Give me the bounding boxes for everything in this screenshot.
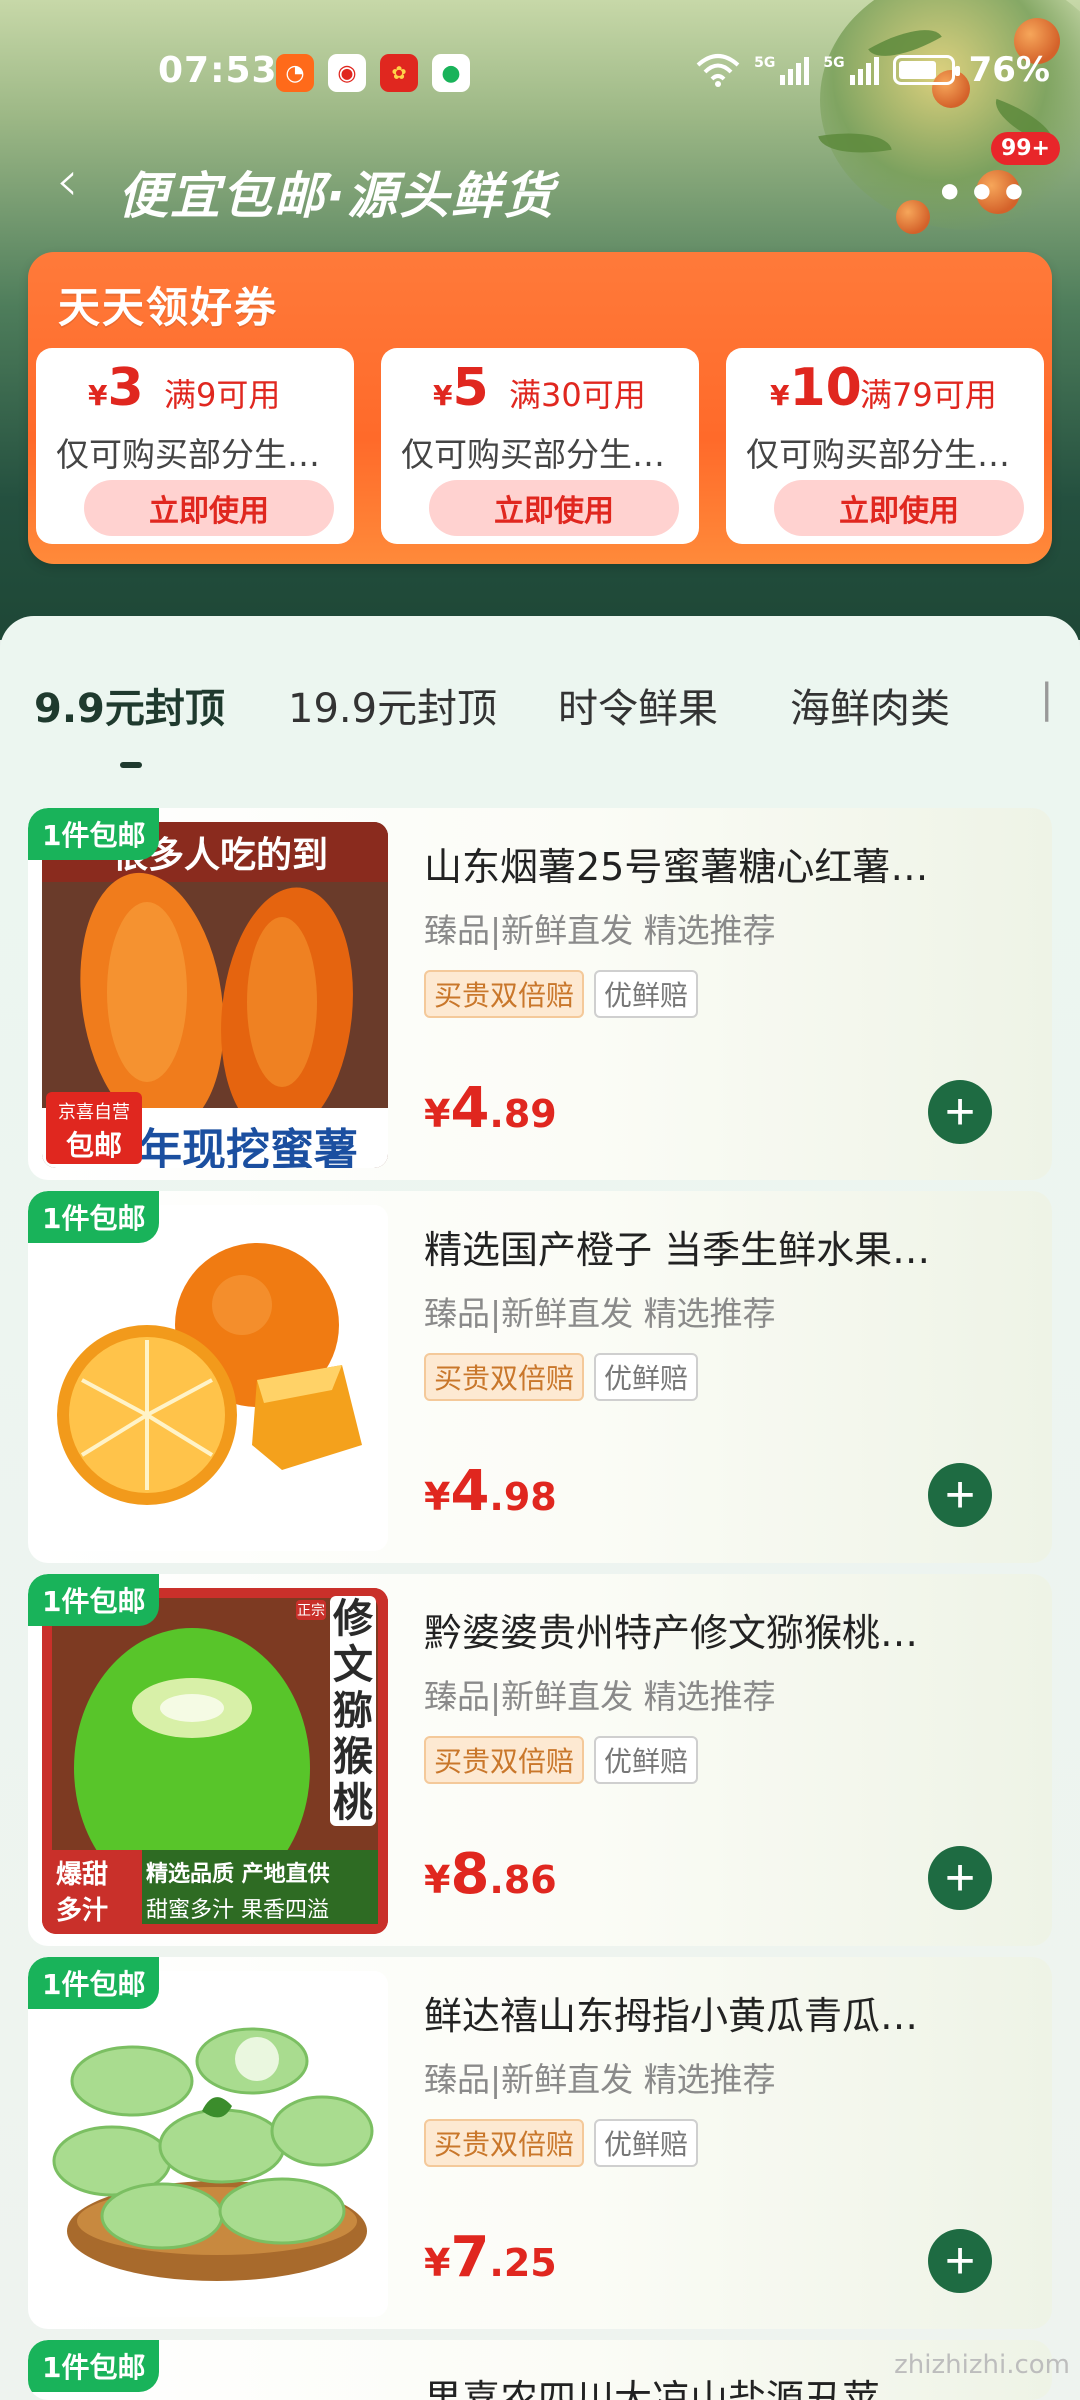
double-compensation-tag: 买贵双倍赔 [424, 2119, 585, 2167]
page-title: 便宜包邮·源头鲜货 [118, 167, 555, 225]
coupon-amount: ¥10 [770, 358, 862, 418]
message-count-badge: 99+ [990, 132, 1060, 165]
add-to-cart-button[interactable]: + [928, 1463, 992, 1527]
coupon-card[interactable]: ¥5 满30可用 仅可购买部分生… 立即使用 [381, 348, 699, 544]
coupon-condition: 满9可用 [164, 376, 281, 414]
product-card[interactable]: 1件包邮 很多人吃的到 年现挖蜜薯 京喜自营 包邮 山东烟薯25号蜜薯糖心红薯…… [28, 808, 1052, 1180]
notification-app-icon: ◔ [276, 54, 314, 92]
product-image-cucumber[interactable] [42, 1971, 388, 2317]
product-chips: 买贵双倍赔 优鲜赔 [424, 2119, 699, 2167]
product-subtitle: 臻品|新鲜直发 精选推荐 [424, 1294, 776, 1333]
status-time: 07:53 [158, 50, 278, 91]
fresh-compensation-tag: 优鲜赔 [594, 1736, 699, 1784]
status-bar: 07:53 ◔ ◉ ✿ ● 5G 5G 76% [0, 0, 1080, 140]
coupon-amount: ¥5 [433, 358, 489, 418]
product-chips: 买贵双倍赔 优鲜赔 [424, 1736, 699, 1784]
product-card[interactable]: 1件包邮 精选国产橙子 当季生鲜水果… 臻品|新鲜直发 精选推荐 买贵双倍赔 优… [28, 1191, 1052, 1563]
product-price: ¥8.86 [424, 1842, 557, 1907]
use-coupon-button[interactable]: 立即使用 [84, 480, 334, 536]
image-caption-bottom: 年现挖蜜薯 [138, 1125, 358, 1168]
tab-seasonal-fruit[interactable]: 时令鲜果 [558, 676, 718, 734]
image-badge: 京喜自营 包邮 [46, 1092, 142, 1164]
fresh-compensation-tag: 优鲜赔 [594, 970, 699, 1018]
image-caption: 甜蜜多汁 果香四溢 [146, 1898, 329, 1923]
product-image-orange[interactable] [42, 1205, 388, 1551]
coupon-card[interactable]: ¥10 满79可用 仅可购买部分生… 立即使用 [726, 348, 1044, 544]
coupon-condition: 满79可用 [860, 376, 997, 414]
image-caption: 精选品质 产地直供 [146, 1862, 330, 1887]
use-coupon-button[interactable]: 立即使用 [774, 480, 1024, 536]
product-price: ¥4.89 [424, 1076, 557, 1141]
image-vertical-text: 修文猕猴桃 [330, 1596, 376, 1826]
shipping-tag: 1件包邮 [28, 1191, 160, 1243]
fresh-compensation-tag: 优鲜赔 [594, 1353, 699, 1401]
more-menu-icon[interactable]: ••• [936, 168, 1032, 219]
tab-active-indicator [120, 762, 142, 768]
image-zheng-badge: 正宗 [296, 1600, 326, 1620]
product-name: 山东烟薯25号蜜薯糖心红薯… [424, 845, 929, 889]
coupon-section-title: 天天领好券 [58, 283, 279, 332]
product-name: 精选国产橙子 当季生鲜水果… [424, 1228, 931, 1272]
double-compensation-tag: 买贵双倍赔 [424, 1353, 585, 1401]
product-chips: 买贵双倍赔 优鲜赔 [424, 1353, 699, 1401]
product-subtitle: 臻品|新鲜直发 精选推荐 [424, 2060, 776, 2099]
shipping-tag: 1件包邮 [28, 808, 160, 860]
wifi-icon [696, 54, 740, 87]
tab-more-cut[interactable]: | [1040, 676, 1053, 722]
signal-icon: 5G [823, 55, 879, 85]
product-subtitle: 臻品|新鲜直发 精选推荐 [424, 911, 776, 950]
status-icons: 5G 5G 76% [696, 50, 1050, 90]
add-to-cart-button[interactable]: + [928, 1080, 992, 1144]
battery-percent: 76% [968, 50, 1050, 90]
battery-icon [892, 55, 960, 85]
coupon-amount: ¥3 [88, 358, 144, 418]
add-to-cart-button[interactable]: + [928, 1846, 992, 1910]
coupon-description: 仅可购买部分生… [56, 435, 320, 474]
tab-9-9[interactable]: 9.9元封顶 [34, 676, 225, 734]
image-caption: 爆甜 [56, 1860, 109, 1890]
notification-app-icon: ✿ [380, 54, 418, 92]
product-name: 鲜达禧山东拇指小黄瓜青瓜… [424, 1994, 919, 2038]
tab-19-9[interactable]: 19.9元封顶 [288, 676, 497, 734]
nav-bar: ‹ 便宜包邮·源头鲜货 ••• 99+ [0, 132, 1080, 240]
coupon-card[interactable]: ¥3 满9可用 仅可购买部分生… 立即使用 [36, 348, 354, 544]
signal-icon: 5G [754, 55, 810, 85]
shipping-tag: 1件包邮 [28, 1574, 160, 1626]
product-subtitle: 臻品|新鲜直发 精选推荐 [424, 1677, 776, 1716]
category-tabs: 9.9元封顶 19.9元封顶 时令鲜果 海鲜肉类 | [0, 676, 1080, 776]
coupon-condition: 满30可用 [509, 376, 646, 414]
watermark: zhizhizhi.com [894, 2350, 1070, 2380]
product-chips: 买贵双倍赔 优鲜赔 [424, 970, 699, 1018]
product-price: ¥4.98 [424, 1459, 557, 1524]
coupon-description: 仅可购买部分生… [746, 435, 1010, 474]
product-image-sweet-potato[interactable]: 很多人吃的到 年现挖蜜薯 京喜自营 包邮 [42, 822, 388, 1168]
double-compensation-tag: 买贵双倍赔 [424, 1736, 585, 1784]
fresh-compensation-tag: 优鲜赔 [594, 2119, 699, 2167]
product-card[interactable]: 1件包邮 鲜达禧山东拇指小黄瓜青瓜… 臻品|新鲜直发 精选推荐 买贵双倍赔 优鲜… [28, 1957, 1052, 2329]
product-price: ¥7.25 [424, 2225, 557, 2290]
shipping-tag: 1件包邮 [28, 1957, 160, 2009]
image-caption: 多汁 [56, 1896, 109, 1926]
use-coupon-button[interactable]: 立即使用 [429, 480, 679, 536]
product-card[interactable]: 1件包邮 修文猕猴桃 正宗 爆甜 多汁 精选品质 产地直供 甜蜜多汁 果香四溢 … [28, 1574, 1052, 1946]
tab-seafood-meat[interactable]: 海鲜肉类 [790, 676, 950, 734]
notification-app-icon: ● [432, 54, 470, 92]
double-compensation-tag: 买贵双倍赔 [424, 970, 585, 1018]
coupon-section: 天天领好券 ¥3 满9可用 仅可购买部分生… 立即使用 ¥5 满30可用 仅可购… [28, 252, 1052, 564]
back-arrow-icon[interactable]: ‹ [56, 154, 78, 210]
product-image-kiwi[interactable]: 修文猕猴桃 正宗 爆甜 多汁 精选品质 产地直供 甜蜜多汁 果香四溢 [42, 1588, 388, 1934]
add-to-cart-button[interactable]: + [928, 2229, 992, 2293]
shipping-tag: 1件包邮 [28, 2340, 160, 2392]
product-name: 黔婆婆贵州特产修文猕猴桃… [424, 1611, 919, 1655]
notification-app-icon: ◉ [328, 54, 366, 92]
coupon-description: 仅可购买部分生… [401, 435, 665, 474]
